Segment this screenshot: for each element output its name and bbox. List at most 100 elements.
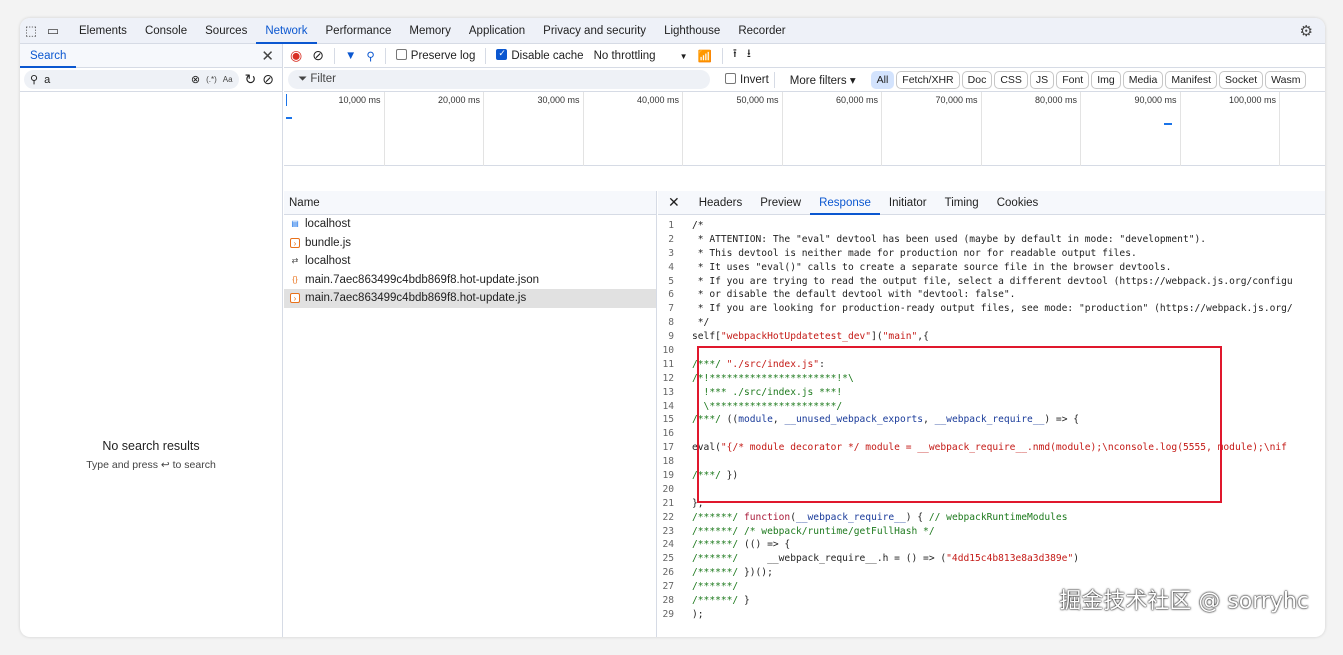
- filter-icon[interactable]: ▼: [345, 50, 356, 62]
- document-icon: ▤: [291, 219, 299, 229]
- code-line: 5 * If you are trying to read the output…: [658, 275, 1325, 289]
- export-har-icon[interactable]: ⭳: [747, 46, 751, 65]
- device-toolbar-icon[interactable]: ▭: [42, 23, 64, 39]
- detail-tab-response[interactable]: Response: [810, 191, 880, 215]
- request-row[interactable]: › main.7aec863499c4bdb869f8.hot-update.js: [284, 289, 656, 308]
- timeline-tick: 70,000 ms: [935, 92, 982, 166]
- timeline-tick: 60,000 ms: [836, 92, 882, 166]
- line-number: 29: [662, 608, 674, 620]
- inspect-element-icon[interactable]: ⬚: [20, 23, 42, 39]
- filter-chip-css[interactable]: CSS: [994, 70, 1028, 89]
- code-token: /******/: [692, 567, 744, 579]
- search-network-icon[interactable]: ⚲: [366, 49, 374, 63]
- request-name: main.7aec863499c4bdb869f8.hot-update.jso…: [305, 273, 540, 286]
- regex-toggle[interactable]: (.*): [206, 75, 217, 84]
- network-conditions-icon[interactable]: 📶: [698, 49, 712, 63]
- code-token: __webpack_require__.h = () => (: [743, 553, 947, 565]
- code-token: "4dd15c4b813e8a3d389e": [946, 553, 1074, 565]
- no-results-hint: Type and press ↩ to search: [86, 459, 216, 471]
- code-token: ,{: [917, 331, 929, 343]
- tab-sources[interactable]: Sources: [196, 18, 256, 44]
- filter-chip-socket[interactable]: Socket: [1219, 70, 1264, 89]
- filter-chip-wasm[interactable]: Wasm: [1265, 70, 1307, 89]
- code-line: 3 * This devtool is neither made for pro…: [658, 247, 1325, 261]
- line-number: 16: [662, 428, 674, 440]
- code-text: */: [692, 316, 710, 330]
- clear-search-icon[interactable]: ⊗: [191, 73, 200, 86]
- filter-input[interactable]: ⏷ Filter: [288, 70, 710, 89]
- timeline-overview[interactable]: 10,000 ms 20,000 ms 30,000 ms 40,000 ms 50,0…: [284, 92, 1325, 166]
- name-column-header[interactable]: Name: [284, 191, 656, 215]
- tab-lighthouse[interactable]: Lighthouse: [655, 18, 729, 44]
- filter-chip-all[interactable]: All: [870, 70, 895, 89]
- line-number: 25: [662, 553, 674, 565]
- line-number: 20: [662, 483, 674, 495]
- code-token: */: [692, 317, 710, 329]
- line-number: 10: [662, 345, 674, 357]
- disable-cache-checkbox[interactable]: Disable cache: [496, 48, 584, 62]
- search-panel: Search ✕ ⚲ a ⊗ (.*) Aa ↻ ⊘ No search resu…: [20, 44, 283, 637]
- settings-gear-icon[interactable]: ⚙: [1300, 22, 1313, 40]
- request-name: bundle.js: [305, 236, 352, 249]
- code-text: /******/: [692, 580, 738, 594]
- preserve-log-checkbox[interactable]: Preserve log: [395, 49, 475, 62]
- code-line: 8 */: [658, 316, 1325, 330]
- match-case-toggle[interactable]: Aa: [223, 75, 233, 84]
- search-tab[interactable]: Search: [20, 44, 77, 68]
- code-text: * If you are trying to read the output f…: [692, 275, 1293, 289]
- request-row[interactable]: › bundle.js: [284, 234, 656, 253]
- code-token: /*: [692, 220, 704, 231]
- filter-chip-fetch-xhr[interactable]: Fetch/XHR: [896, 70, 960, 89]
- clear-icon[interactable]: ⊘: [262, 71, 274, 88]
- request-row[interactable]: ⇄ localhost: [284, 252, 656, 271]
- filter-chip-js[interactable]: JS: [1029, 70, 1055, 89]
- import-har-icon[interactable]: ⭱: [733, 46, 737, 65]
- detail-tab-preview[interactable]: Preview: [751, 191, 810, 215]
- tab-recorder[interactable]: Recorder: [729, 18, 794, 44]
- tab-performance[interactable]: Performance: [317, 18, 401, 44]
- filter-chip-font[interactable]: Font: [1056, 70, 1090, 89]
- throttling-select[interactable]: No throttling ▼: [594, 50, 688, 62]
- line-number: 17: [662, 442, 674, 454]
- request-row[interactable]: ▤ localhost: [284, 215, 656, 234]
- tab-privacy-and-security[interactable]: Privacy and security: [534, 18, 655, 44]
- timeline-tick: 40,000 ms: [637, 92, 683, 166]
- tab-elements[interactable]: Elements: [70, 18, 136, 44]
- detail-tab-initiator[interactable]: Initiator: [880, 191, 936, 215]
- filter-chip-manifest[interactable]: Manifest: [1165, 70, 1218, 89]
- close-detail-icon[interactable]: ✕: [658, 194, 690, 211]
- request-row[interactable]: {} main.7aec863499c4bdb869f8.hot-update.j…: [284, 271, 656, 290]
- line-number: 15: [662, 414, 674, 426]
- tab-application[interactable]: Application: [460, 18, 534, 44]
- timeline-tick-label: 50,000 ms: [736, 95, 779, 105]
- line-number: 1: [668, 220, 674, 231]
- record-stop-icon[interactable]: ◉: [290, 47, 302, 64]
- more-filters-dropdown[interactable]: More filters ▾: [790, 73, 856, 87]
- code-line: 22 /******/ function(__webpack_require__)…: [658, 511, 1325, 525]
- close-search-icon[interactable]: ✕: [261, 47, 274, 65]
- code-text: /******/ (() => {: [692, 538, 790, 552]
- line-number: 5: [668, 275, 674, 287]
- timeline-tick: 100,000 ms: [1229, 92, 1280, 166]
- refresh-icon[interactable]: ↻: [245, 71, 257, 88]
- timeline-tick: 20,000 ms: [438, 92, 484, 166]
- detail-tab-headers[interactable]: Headers: [690, 191, 751, 215]
- code-line: 2 * ATTENTION: The "eval" devtool has be…: [658, 233, 1325, 247]
- tab-network[interactable]: Network: [256, 18, 317, 44]
- detail-tab-timing[interactable]: Timing: [936, 191, 988, 215]
- code-text: /******/ }: [692, 594, 750, 608]
- tab-console[interactable]: Console: [136, 18, 196, 44]
- filter-chip-media[interactable]: Media: [1122, 70, 1164, 89]
- search-input[interactable]: ⚲ a ⊗ (.*) Aa: [24, 70, 239, 89]
- code-line: 7 * If you are looking for production-re…: [658, 302, 1325, 316]
- clear-log-icon[interactable]: ⊘: [312, 47, 324, 64]
- filter-chip-img[interactable]: Img: [1091, 70, 1121, 89]
- filter-chip-doc[interactable]: Doc: [961, 70, 993, 89]
- tab-memory[interactable]: Memory: [400, 18, 460, 44]
- invert-checkbox[interactable]: Invert: [725, 73, 769, 86]
- code-text: /******/ __webpack_require__.h = () => (…: [692, 552, 1079, 566]
- line-number: 8: [668, 317, 674, 329]
- json-icon: {}: [292, 274, 298, 284]
- detail-tab-cookies[interactable]: Cookies: [988, 191, 1048, 215]
- code-token: ](: [871, 331, 883, 343]
